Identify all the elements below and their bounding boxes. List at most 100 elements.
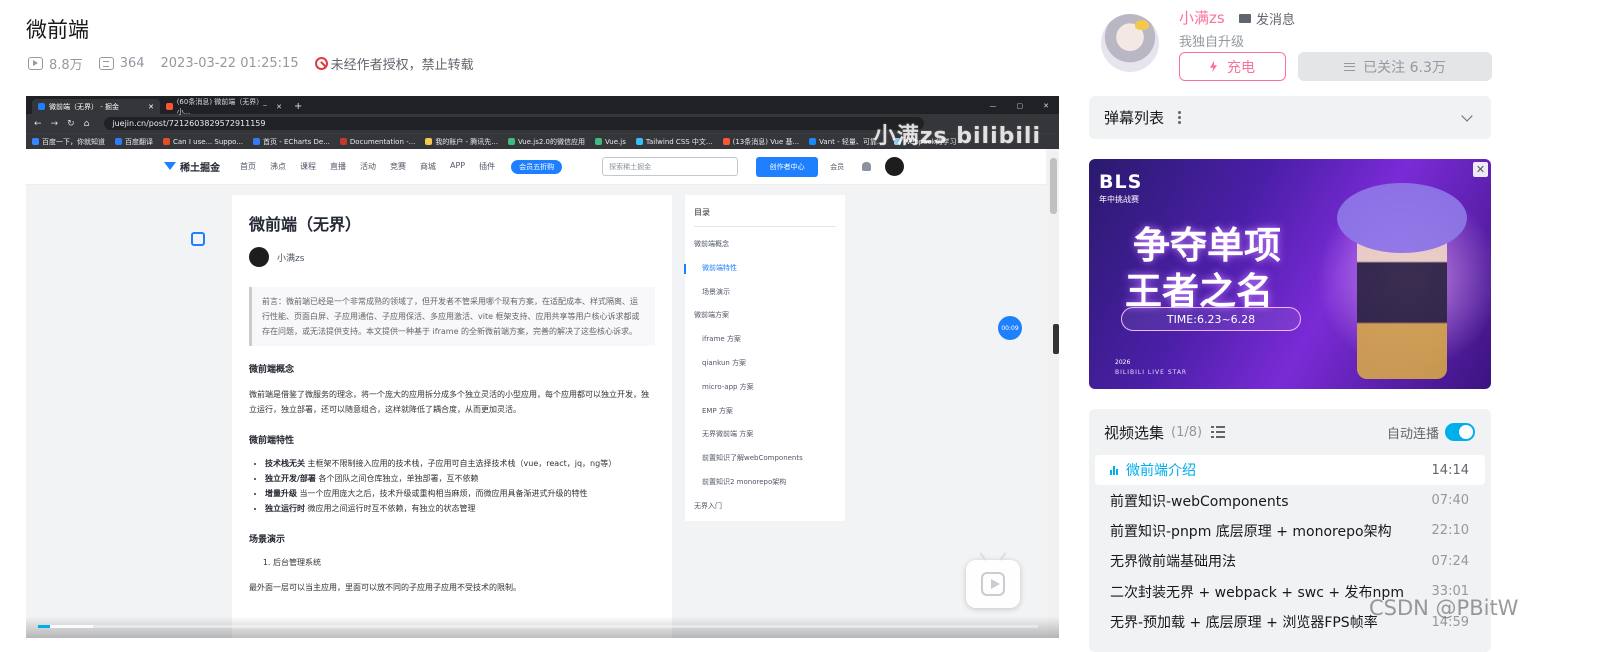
toc-item: 前置知识了解webComponents — [702, 454, 803, 463]
scene-list: 后台管理系统 — [249, 557, 655, 568]
bookmark-item: 我的账户 - 腾讯先... — [425, 137, 498, 147]
feature-item: 技术栈无关 主框架不限制接入应用的技术栈，子应用可自主选择技术栈（vue，rea… — [265, 456, 655, 471]
episode-title: 微前端介绍 — [1126, 463, 1196, 480]
view-count: 8.8万 — [28, 54, 83, 73]
video-player[interactable]: 微前端（无界） - 掘金 ✕ (60条消息) 微前端（无界）_小... ✕ + … — [26, 96, 1059, 638]
progress-track[interactable] — [38, 625, 1038, 628]
bookmark-favicon-icon — [253, 138, 261, 145]
feature-item: 独立开发/部署 各个团队之间仓库独立，单独部署，互不依赖 — [265, 471, 655, 486]
tv-play-icon — [981, 572, 1005, 596]
bookmark-label: Documentation -... — [349, 137, 416, 146]
ad-logo: BLS — [1099, 171, 1143, 193]
bookmark-label: Vue.js2.0的微信应用 — [517, 137, 585, 146]
bookmark-item: 百度一下，你就知道 — [32, 137, 105, 147]
article-title: 微前端（无界） — [249, 215, 362, 234]
play-count-icon — [28, 57, 43, 70]
ad-banner[interactable]: BLS 年中挑战赛 争夺单项 王者之名 TIME:6.23~6.28 2026 … — [1089, 159, 1491, 389]
juejin-nav-link: 沸点 — [270, 162, 286, 171]
bookmark-favicon-icon — [425, 138, 433, 145]
juejin-avatar — [885, 157, 905, 176]
danmaku-list-bar[interactable]: 弹幕列表 — [1089, 96, 1491, 139]
playlist-episode[interactable]: 无界微前端基础用法 07:24 — [1095, 546, 1485, 576]
feature-name: 技术栈无关 — [265, 459, 305, 468]
juejin-nav-link: APP — [450, 161, 466, 170]
feature-desc: 各个团队之间仓库独立，单独部署，互不依赖 — [315, 474, 479, 483]
feature-name: 独立运行时 — [265, 504, 305, 513]
juejin-nav-link: 首页 — [240, 162, 256, 171]
toc-item: 场景演示 — [702, 287, 730, 296]
ad-brand: BILIBILI LIVE STAR — [1115, 369, 1188, 376]
paragraph-last: 最外面一层可以当主应用，里面可以放不同的子应用子应用不受技术的限制。 — [249, 583, 521, 592]
article-author: 小满zs — [249, 247, 655, 267]
playlist-episode[interactable]: 微前端介绍 14:14 — [1095, 455, 1485, 486]
toc-items: 微前端概念 微前端特性 场景演示 微前端方案 iframe 方案 qiankun 方案 mi… — [684, 233, 836, 519]
table-of-contents: 目录 微前端概念 微前端特性 场景演示 微前端方案 iframe 方案 qiankun 方… — [684, 195, 845, 521]
bookmark-label: 我的账户 - 腾讯先... — [435, 137, 498, 146]
player-progress[interactable] — [26, 616, 1059, 638]
autoplay-toggle[interactable]: 自动连播 — [1387, 423, 1475, 442]
toc-item: micro-app 方案 — [702, 382, 754, 391]
video-title: 微前端 — [26, 18, 89, 42]
video-page: 微前端 8.8万 364 2023-03-22 01:25:15 未经作者授权，… — [0, 0, 1601, 652]
bookmark-label: 首页 - ECharts De... — [263, 137, 330, 146]
autoplay-switch[interactable] — [1445, 423, 1475, 441]
bookmark-item: Documentation -... — [339, 137, 416, 146]
chevron-down-icon[interactable] — [1461, 109, 1473, 122]
uploader-name[interactable]: 小满zs — [1179, 7, 1225, 28]
bookmark-label: 百度翻译 — [125, 137, 153, 146]
features-list: 技术栈无关 主框架不限制接入应用的技术栈，子应用可自主选择技术栈（vue，rea… — [249, 456, 655, 516]
article-quote: 前言：微前端已经是一个非常成熟的领域了，但开发者不管采用哪个现有方案，在适配成本… — [249, 287, 655, 346]
ad-close-icon[interactable]: ✕ — [1473, 162, 1488, 177]
progress-fill — [38, 625, 50, 628]
bookmark-item: 百度翻译 — [115, 137, 153, 147]
juejin-nav-link: 活动 — [360, 162, 376, 171]
playlist-title: 视频选集 — [1104, 423, 1165, 442]
toc-item: 微前端方案 — [694, 311, 729, 320]
side-handle — [1053, 324, 1059, 354]
back-icon: ← — [34, 118, 42, 129]
new-tab-icon: + — [294, 101, 303, 112]
tab-close-icon: ✕ — [276, 102, 282, 111]
bookmark-favicon-icon — [722, 138, 730, 145]
bookmark-favicon-icon — [507, 138, 515, 145]
ad-time-pill: TIME:6.23~6.28 — [1121, 307, 1301, 331]
juejin-logo-icon — [164, 162, 176, 171]
csdn-favicon-icon — [166, 103, 173, 110]
uploader-avatar[interactable] — [1101, 14, 1159, 72]
author-avatar — [249, 247, 269, 267]
juejin-search: 探索稀土掘金 — [602, 157, 739, 176]
list-view-icon[interactable] — [1211, 426, 1226, 438]
send-message-link[interactable]: 发消息 — [1239, 9, 1295, 28]
bell-icon — [862, 162, 872, 171]
bookmark-label: Can I use... Suppo... — [173, 137, 244, 146]
charge-button[interactable]: 充电 — [1179, 52, 1286, 81]
feature-name: 增量升级 — [265, 489, 297, 498]
scrollbar-thumb — [1050, 158, 1057, 214]
episode-title: 前置知识-webComponents — [1110, 493, 1289, 510]
more-options-icon[interactable] — [1178, 110, 1182, 125]
feature-desc: 主框架不限制接入应用的技术栈，子应用可自主选择技术栈（vue，react，jq，… — [305, 459, 617, 468]
page-scrollbar — [1048, 152, 1059, 638]
paragraph-concept: 微前端是借鉴了微服务的理念，将一个庞大的应用拆分成多个独立灵活的小型应用，每个应… — [249, 390, 649, 414]
playlist-episode[interactable]: 前置知识-pnpm 底层原理 + monorepo架构 22:10 — [1095, 516, 1485, 546]
bookmark-item: Can I use... Suppo... — [163, 138, 243, 146]
minimize-icon: — — [989, 102, 997, 110]
juejin-nav-links: 首页 沸点 课程 直播 活动 竞赛 商城 APP 插件 — [240, 161, 509, 172]
playlist-episode[interactable]: 前置知识-webComponents 07:40 — [1095, 485, 1485, 515]
tv-play-button[interactable] — [966, 560, 1020, 608]
follow-button[interactable]: 已关注 6.3万 — [1298, 52, 1492, 81]
browser-tab-2: (60条消息) 微前端（无界）_小... ✕ — [160, 98, 288, 116]
bookmark-item: Vue.js — [594, 138, 626, 146]
episode-duration: 14:14 — [1431, 462, 1469, 478]
browser-tabbar: 微前端（无界） - 掘金 ✕ (60条消息) 微前端（无界）_小... ✕ + … — [26, 96, 1059, 116]
juejin-nav: 稀土掘金 首页 沸点 课程 直播 活动 竞赛 商城 APP 插件 会员五折购 探索稀土掘金 创作… — [26, 149, 1046, 185]
forbidden-icon — [314, 57, 328, 70]
episode-title: 前置知识-pnpm 底层原理 + monorepo架构 — [1110, 523, 1392, 540]
playlist-count: (1/8) — [1171, 424, 1203, 440]
home-icon: ⌂ — [83, 118, 90, 129]
toc-item: EMP 方案 — [702, 406, 733, 415]
juejin-nav-link: 直播 — [330, 162, 346, 171]
juejin-nav-link: 插件 — [479, 162, 496, 171]
feature-desc: 微应用之间运行时互不依赖，有独立的状态管理 — [305, 504, 476, 513]
maximize-icon: ▢ — [1016, 102, 1024, 110]
